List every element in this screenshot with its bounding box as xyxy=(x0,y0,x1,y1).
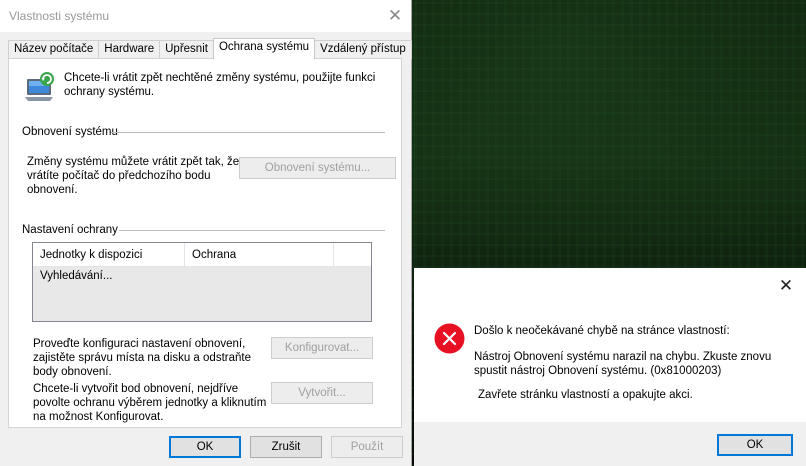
drives-listview[interactable]: Jednotky k dispozici Ochrana Vyhledávání… xyxy=(32,242,372,322)
restore-group-divider xyxy=(111,132,385,133)
listview-header: Jednotky k dispozici Ochrana xyxy=(33,243,371,267)
close-icon[interactable]: ✕ xyxy=(379,0,411,32)
cancel-button[interactable]: Zrušit xyxy=(250,436,322,458)
window-title: Vlastnosti systému xyxy=(9,9,110,23)
system-restore-button[interactable]: Obnovení systému... xyxy=(239,157,396,179)
restore-group-title: Obnovení systému xyxy=(22,126,118,138)
protection-group-title: Nastavení ochrany xyxy=(22,224,118,236)
configure-description: Proveďte konfiguraci nastavení obnovení,… xyxy=(33,338,251,378)
column-header-drives[interactable]: Jednotky k dispozici xyxy=(33,243,185,267)
tab-hardware[interactable]: Hardware xyxy=(98,40,161,59)
system-protection-panel: Chcete-li vrátit zpět nechtěné změny sys… xyxy=(8,58,402,428)
protection-group-divider xyxy=(119,230,385,231)
close-icon[interactable]: ✕ xyxy=(774,274,798,298)
system-properties-dialog: Vlastnosti systému ✕ Název počítače Hard… xyxy=(0,0,412,466)
error-dialog-content: ✕ Došlo k neočekávané chybě na stránce v… xyxy=(414,268,806,422)
list-item[interactable]: Vyhledávání... xyxy=(33,267,371,285)
intro-text: Chcete-li vrátit zpět nechtěné změny sys… xyxy=(64,72,376,98)
error-message: Nástroj Obnovení systému narazil na chyb… xyxy=(474,351,772,377)
error-icon xyxy=(434,323,465,354)
title-bar: Vlastnosti systému ✕ xyxy=(0,0,411,32)
error-dialog: ✕ Došlo k neočekávané chybě na stránce v… xyxy=(414,268,806,466)
tab-strip: Název počítače Hardware Upřesnit Ochrana… xyxy=(8,38,412,59)
create-button[interactable]: Vytvořit... xyxy=(271,382,373,404)
error-ok-button[interactable]: OK xyxy=(717,434,793,456)
error-advice: Zavřete stránku vlastností a opakujte ak… xyxy=(478,389,693,401)
tab-computer-name[interactable]: Název počítače xyxy=(8,40,100,59)
configure-button[interactable]: Konfigurovat... xyxy=(271,337,373,359)
tab-remote[interactable]: Vzdálený přístup xyxy=(314,40,412,59)
error-heading: Došlo k neočekávané chybě na stránce vla… xyxy=(474,325,730,337)
tab-advanced[interactable]: Upřesnit xyxy=(159,40,214,59)
restore-description: Změny systému můžete vrátit zpět tak, že… xyxy=(27,156,240,196)
column-header-protection[interactable]: Ochrana xyxy=(185,243,334,267)
system-protection-icon xyxy=(25,72,54,101)
apply-button[interactable]: Použít xyxy=(331,436,403,458)
create-description: Chcete-li vytvořit bod obnovení, nejdřív… xyxy=(33,383,267,423)
tab-system-protection[interactable]: Ochrana systému xyxy=(212,38,316,59)
ok-button[interactable]: OK xyxy=(169,436,241,458)
